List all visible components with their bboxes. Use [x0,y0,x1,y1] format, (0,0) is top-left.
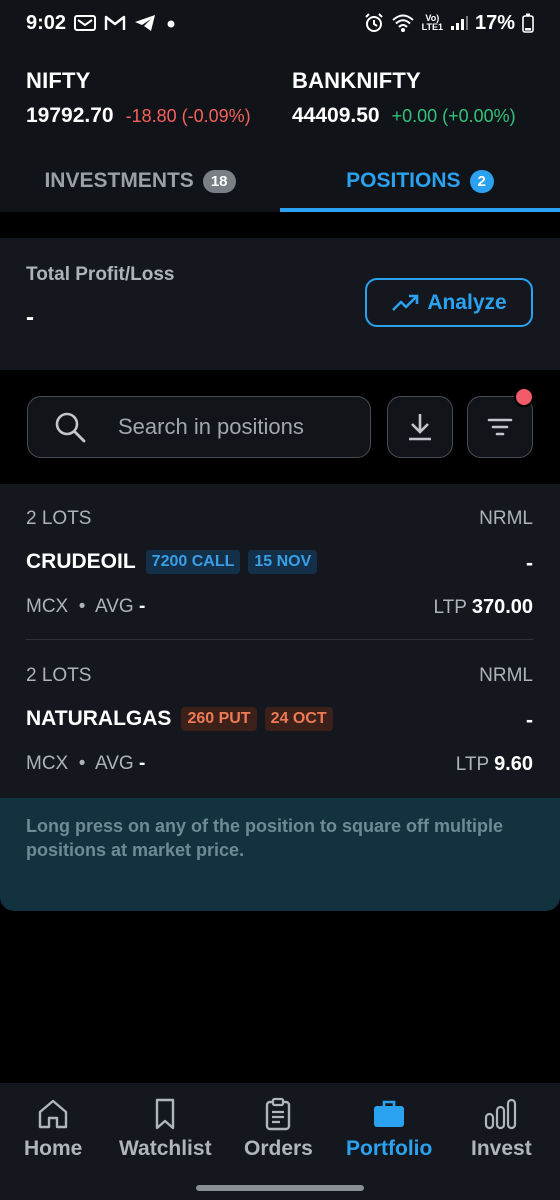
avg-label: AVG [94,753,134,774]
count-badge: 18 [202,169,236,193]
tab-label: INVESTMENTS [44,169,194,192]
position-meta: MCX • AVG - [26,596,145,618]
search-icon [54,411,94,443]
symbol-name: NATURALGAS [26,707,172,730]
nav-label: Portfolio [346,1137,433,1160]
nav-label: Watchlist [119,1137,212,1160]
separator-dot: • [73,753,91,774]
exchange-label: MCX [26,753,69,774]
ltp-value: 370.00 [471,596,533,618]
analyze-label: Analyze [427,290,507,314]
total-pnl-label: Total Profit/Loss [26,264,175,285]
trending-up-icon [391,293,419,313]
ltp-value: 9.60 [494,753,533,775]
ltp-label: LTP [455,754,489,775]
signal-icon [450,15,468,31]
status-time: 9:02 [26,11,67,34]
index-change: +0.00 (+0.00%) [391,106,516,126]
lte-label: LTE1 [421,22,443,32]
lots-label: 2 LOTS [26,508,92,529]
download-icon [406,412,434,442]
nav-invest[interactable]: Invest [471,1097,532,1161]
lots-label: 2 LOTS [26,665,92,686]
portfolio-tabs: INVESTMENTS 18 POSITIONS 2 [0,150,560,212]
ltp: LTP 9.60 [456,753,533,776]
index-value: 44409.50 [292,104,380,127]
pnl-summary-card: Total Profit/Loss - Analyze [0,238,560,370]
product-type: NRML [479,665,533,686]
search-toolbar [0,370,560,484]
position-pnl: - [526,709,533,732]
expiry-tag: 24 OCT [264,707,333,731]
index-change: -18.80 (-0.09%) [125,106,251,126]
alarm-icon [364,13,384,33]
filter-button[interactable] [467,387,534,458]
position-row[interactable]: 2 LOTS NRML NATURALGAS 260 PUT 24 OCT - … [26,641,533,797]
index-name: NIFTY [26,68,91,93]
nav-watchlist[interactable]: Watchlist [119,1097,212,1161]
symbol-name: CRUDEOIL [26,550,136,573]
market-header: NIFTY 19792.70 -18.80 (-0.09%) BANKNIFTY… [0,46,560,212]
index-value: 19792.70 [26,104,114,127]
position-row[interactable]: 2 LOTS NRML CRUDEOIL 7200 CALL 15 NOV - … [26,484,533,640]
nav-label: Invest [471,1137,532,1160]
product-type: NRML [479,508,533,529]
expiry-tag: 15 NOV [248,550,318,574]
nav-label: Home [24,1137,83,1160]
home-indicator[interactable] [196,1185,364,1191]
filter-icon [486,416,514,438]
voicemail-icon [74,14,97,32]
nav-home[interactable]: Home [24,1097,82,1161]
avg-label: AVG [94,596,134,617]
bookmark-icon [148,1097,182,1131]
notification-dot-icon [164,16,178,30]
filter-active-dot [514,387,534,407]
strike-tag: 7200 CALL [145,550,241,574]
strike-tag: 260 PUT [181,707,257,731]
battery-percent: 17% [474,11,515,34]
nav-orders[interactable]: Orders [244,1097,313,1161]
nav-portfolio[interactable]: Portfolio [346,1097,432,1161]
nifty-index[interactable]: NIFTY 19792.70 -18.80 (-0.09%) [26,68,251,128]
nav-label: Orders [244,1137,313,1160]
telegram-icon [134,14,156,32]
briefcase-icon [372,1097,406,1131]
positions-list: 2 LOTS NRML CRUDEOIL 7200 CALL 15 NOV - … [0,484,560,798]
tab-investments[interactable]: INVESTMENTS 18 [0,150,280,212]
bars-icon [483,1097,519,1131]
bottom-nav: Home Watchlist Orders Portfolio Invest [0,1083,560,1200]
search-box[interactable] [27,396,371,458]
info-banner: Long press on any of the position to squ… [0,798,560,911]
banknifty-index[interactable]: BANKNIFTY 44409.50 +0.00 (+0.00%) [292,68,516,128]
avg-value: - [138,753,146,774]
volte-icon: Vo) LTE1 [422,14,443,32]
index-name: BANKNIFTY [292,68,421,93]
home-icon [36,1097,70,1131]
exchange-label: MCX [26,596,69,617]
avg-value: - [138,596,146,617]
ltp: LTP 370.00 [433,596,533,619]
tab-label: POSITIONS [346,169,461,192]
status-bar: 9:02 Vo) LTE1 17% [0,0,560,46]
battery-icon [522,13,534,33]
tab-positions[interactable]: POSITIONS 2 [280,150,560,212]
position-pnl: - [526,552,533,575]
position-meta: MCX • AVG - [26,753,145,775]
wifi-icon [391,13,415,33]
analyze-button[interactable]: Analyze [365,278,533,327]
ltp-label: LTP [433,597,467,618]
search-input[interactable] [118,414,358,440]
clipboard-icon [261,1097,295,1131]
count-badge: 2 [469,169,494,193]
download-button[interactable] [387,396,453,458]
separator-dot: • [73,596,91,617]
total-pnl-value: - [26,304,34,331]
gmail-icon [104,14,126,32]
